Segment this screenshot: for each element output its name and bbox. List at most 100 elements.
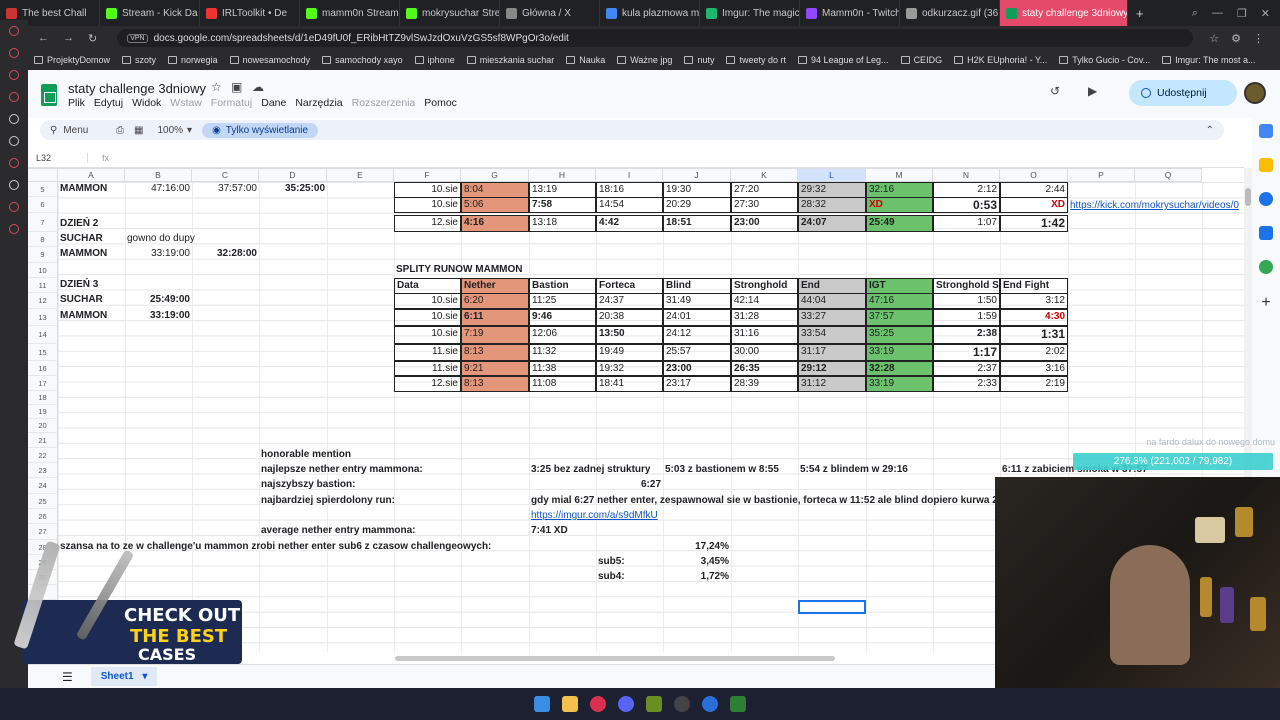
maps-icon[interactable] [1259,260,1273,274]
split-cell[interactable]: XD [866,197,933,213]
vpn-badge[interactable]: VPN [127,33,148,43]
browser-tab[interactable]: mokrysuchar Stre [400,0,500,26]
split-cell[interactable]: 42:14 [731,293,798,309]
split-cell[interactable]: 24:37 [596,293,663,309]
column-title[interactable]: Blind [663,278,731,294]
all-sheets-icon[interactable]: ☰ [62,670,73,684]
chevron-down-icon[interactable]: ▾ [187,125,192,136]
column-title[interactable]: Data [394,278,461,294]
split-cell[interactable]: 10.sie [394,197,461,213]
column-header[interactable]: L [798,168,866,182]
row-header[interactable]: 9 [28,247,58,263]
split-cell[interactable]: 1:31 [1000,326,1068,344]
menu-search[interactable]: ⚲ Menu [40,125,110,136]
note-value[interactable]: 1,72% [663,570,731,584]
split-cell[interactable]: 2:44 [1000,182,1068,198]
sidebar-favorites-icon[interactable] [9,224,19,234]
sidebar-whatsapp-icon[interactable] [9,92,19,102]
split-cell[interactable]: 32:16 [866,182,933,198]
history-icon[interactable]: ↺ [1050,84,1060,98]
browser-tab[interactable]: kula plazmowa m [600,0,700,26]
split-cell[interactable]: 8:13 [461,344,529,361]
note-value[interactable]: 6:27 [596,478,663,492]
browser-tab[interactable]: Główna / X [500,0,600,26]
sheets-logo-icon[interactable] [41,84,57,106]
telegram-icon[interactable] [702,696,718,712]
browser-tab[interactable]: odkurzacz.gif (36 [900,0,1000,26]
browser-tab[interactable]: Mamm0n - Twitch [800,0,900,26]
sheet-tab[interactable]: Sheet1 ▾ [90,667,158,686]
sidebar-messenger-icon[interactable] [9,48,19,58]
row-header[interactable]: 8 [28,232,58,247]
sidebar-ai-icon[interactable] [9,114,19,124]
avatar[interactable] [1244,82,1266,104]
split-cell[interactable]: 19:32 [596,361,663,376]
time-cell[interactable]: 32:28:00 [192,247,259,261]
video-link[interactable]: https://kick.com/mokrysuchar/videos/0 [1068,199,1241,213]
split-cell[interactable]: 8:13 [461,376,529,392]
note-value[interactable]: 3,45% [663,555,731,569]
split-cell[interactable]: 10.sie [394,309,461,326]
player-name[interactable]: SUCHAR [58,293,125,307]
print-icon[interactable]: ⎙ [116,125,124,136]
split-cell[interactable]: 31:49 [663,293,731,309]
column-title[interactable]: End [798,278,866,294]
split-cell[interactable]: 2:02 [1000,344,1068,361]
bookmark-item[interactable]: 94 League of Leg... [797,55,889,65]
split-cell[interactable]: 33:27 [798,309,866,326]
split-cell[interactable]: 30:00 [731,344,798,361]
app-icon[interactable] [730,696,746,712]
calendar-icon[interactable] [1259,124,1273,138]
corner-cell[interactable] [28,168,58,182]
split-cell[interactable]: 26:35 [731,361,798,376]
split-cell[interactable]: 33:19 [866,344,933,361]
split-cell[interactable]: 37:57 [866,309,933,326]
split-cell[interactable]: 11.sie [394,344,461,361]
split-cell[interactable]: 2:37 [933,361,1000,376]
row-header[interactable]: 11 [28,278,58,293]
sidebar-x-icon[interactable] [9,180,19,190]
split-cell[interactable]: 1:50 [933,293,1000,309]
bookmark-item[interactable]: nowesamochody [229,55,310,65]
split-cell[interactable]: 20:29 [663,197,731,213]
row-header[interactable]: 23 [28,463,58,478]
imgur-link[interactable]: https://imgur.com/a/s9dMfkU [529,509,660,523]
star-icon[interactable]: ☆ [211,80,222,94]
sidebar-instagram-icon[interactable] [9,70,19,80]
keep-icon[interactable] [1259,158,1273,172]
note-value[interactable]: 7:41 XD [529,524,570,538]
split-cell[interactable]: 13:19 [529,182,596,198]
row-header[interactable]: 21 [28,433,58,448]
url-field[interactable]: VPN docs.google.com/spreadsheets/d/1eD49… [117,29,1194,47]
time-cell[interactable]: 47:16:00 [125,182,192,196]
split-cell[interactable]: 6:11 [461,309,529,326]
split-cell[interactable]: 20:38 [596,309,663,326]
split-cell[interactable]: 11:32 [529,344,596,361]
split-cell[interactable]: 32:28 [866,361,933,376]
back-icon[interactable]: ← [38,32,49,45]
bookmark-item[interactable]: samochody xayo [322,55,403,65]
column-header[interactable]: Q [1135,168,1202,182]
note-value[interactable]: 17,24% [663,540,731,554]
note-heading[interactable]: honorable mention [259,448,353,462]
split-cell[interactable]: 24:12 [663,326,731,344]
reload-icon[interactable]: ↻ [88,32,97,45]
split-cell[interactable]: 12.sie [394,215,461,232]
column-title[interactable]: Stronghold [731,278,798,294]
opera-icon[interactable] [590,696,606,712]
split-cell[interactable]: 19:30 [663,182,731,198]
menu-dots-icon[interactable]: ⋮ [1253,32,1264,45]
split-cell[interactable]: 31:28 [731,309,798,326]
split-cell[interactable]: 2:12 [933,182,1000,198]
zoom-select[interactable]: 100% [157,125,183,136]
note-value[interactable]: 5:03 z bastionem w 8:55 [663,463,781,477]
split-cell[interactable]: 23:00 [731,215,798,232]
day-label[interactable]: DZIEŃ 2 [58,217,125,231]
split-cell[interactable]: 5:06 [461,197,529,213]
split-cell[interactable]: 10.sie [394,293,461,309]
split-cell[interactable]: 33:19 [866,376,933,392]
split-cell[interactable]: 12:06 [529,326,596,344]
time-cell[interactable]: 25:49:00 [125,293,192,307]
column-title[interactable]: End Fight [1000,278,1068,294]
column-title[interactable]: Nether [461,278,529,294]
